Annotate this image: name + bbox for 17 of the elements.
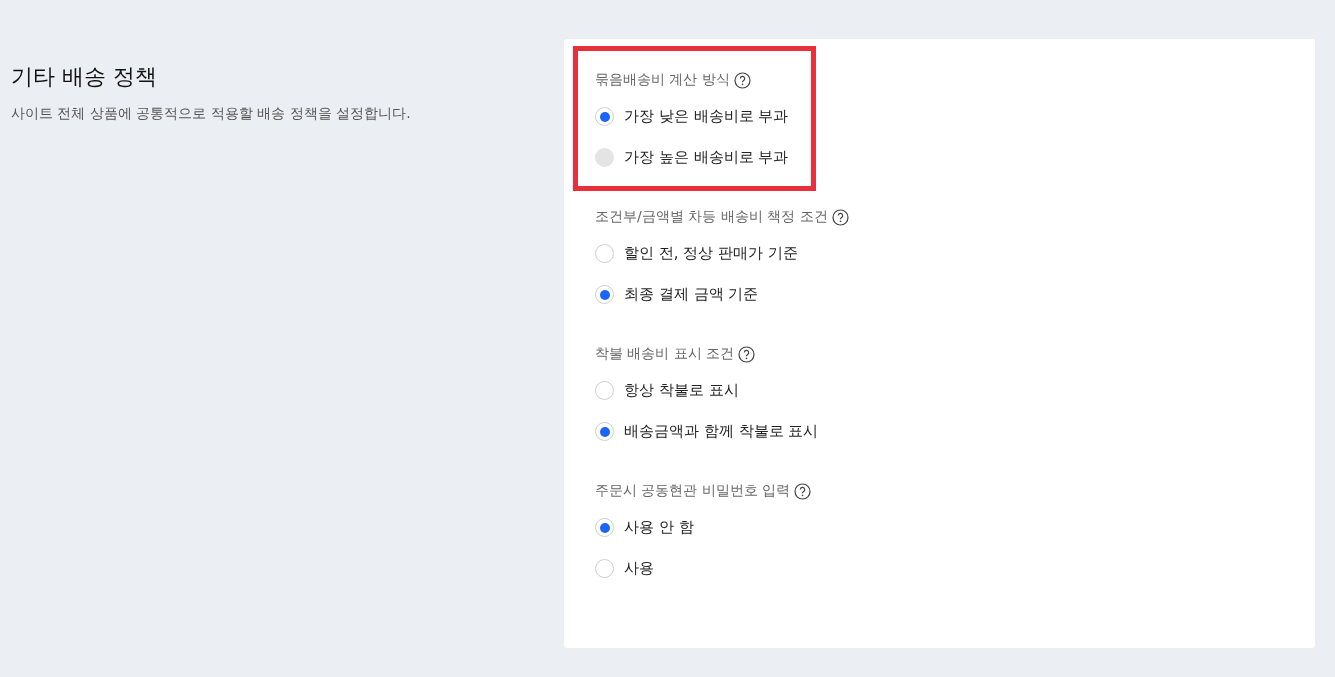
section-description: 사이트 전체 상품에 공통적으로 적용할 배송 정책을 설정합니다. (11, 105, 412, 123)
section-title: 기타 배송 정책 (11, 63, 158, 91)
help-icon[interactable] (733, 71, 751, 89)
radio-option[interactable]: 배송금액과 함께 착불로 표시 (595, 411, 819, 452)
radio-option[interactable]: 사용 안 함 (595, 507, 694, 548)
group-label: 묶음배송비 계산 방식 (595, 71, 730, 89)
radio-option[interactable]: 사용 (595, 548, 654, 589)
group-label: 조건부/금액별 차등 배송비 책정 조건 (595, 208, 828, 226)
help-icon[interactable] (738, 345, 756, 363)
group-label: 착불 배송비 표시 조건 (595, 345, 735, 363)
group-label: 주문시 공동현관 비밀번호 입력 (595, 482, 791, 500)
help-icon[interactable] (794, 482, 812, 500)
radio-option[interactable]: 항상 착불로 표시 (595, 370, 739, 411)
help-icon[interactable] (831, 208, 849, 226)
radio-option[interactable]: 최종 결제 금액 기준 (595, 274, 759, 315)
radio-option[interactable]: 할인 전, 정상 판매가 기준 (595, 233, 798, 274)
radio-option[interactable]: 가장 낮은 배송비로 부과 (595, 96, 789, 137)
